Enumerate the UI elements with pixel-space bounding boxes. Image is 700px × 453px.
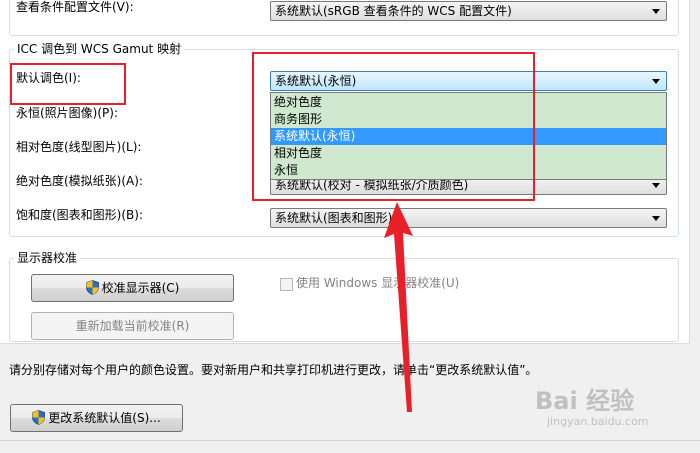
- relative-colorimetric-label: 相对色度(线型图片)(L):: [16, 140, 142, 154]
- annotation-box-dropdown: [252, 52, 535, 201]
- saturation-label: 饱和度(图表和图形)(B):: [16, 208, 144, 222]
- calibration-group-title: 显示器校准: [14, 251, 81, 265]
- perceptual-label: 永恒(照片图像)(P):: [16, 106, 119, 120]
- watermark-url: jingyan.baidu.com: [547, 415, 649, 428]
- saturation-combo[interactable]: 系统默认(图表和图形): [270, 208, 667, 228]
- chevron-down-icon: [652, 79, 660, 84]
- change-system-defaults-button[interactable]: 更改系统默认值(S)...: [10, 404, 183, 432]
- annotation-arrow-icon: [384, 202, 413, 412]
- window-bottom-edge: [0, 440, 700, 453]
- reload-calibration-button[interactable]: 重新加载当前校准(R): [31, 312, 234, 340]
- annotation-box-label: [10, 63, 126, 105]
- uac-shield-icon: [32, 410, 46, 425]
- windows-calibration-checkbox[interactable]: [280, 278, 293, 291]
- footer-note: 请分别存储对每个用户的颜色设置。要对新用户和共享打印机进行更改，请单击“更改系统…: [9, 363, 538, 377]
- absolute-colorimetric-label: 绝对色度(模拟纸张)(A):: [16, 174, 143, 188]
- calibrate-display-label: 校准显示器(C): [101, 281, 180, 295]
- reload-calibration-label: 重新加载当前校准(R): [75, 319, 190, 333]
- change-system-defaults-label: 更改系统默认值(S)...: [48, 411, 161, 425]
- calibrate-display-button[interactable]: 校准显示器(C): [31, 274, 234, 302]
- gamut-group-title: ICC 调色到 WCS Gamut 映射: [14, 42, 185, 56]
- top-group-border: [9, 0, 679, 36]
- chevron-down-icon: [652, 216, 660, 221]
- baidu-watermark: Bai 经验 jingyan.baidu.com: [535, 387, 695, 437]
- watermark-brand: Bai 经验: [535, 387, 635, 415]
- chevron-down-icon: [652, 183, 660, 188]
- uac-shield-icon: [85, 280, 99, 295]
